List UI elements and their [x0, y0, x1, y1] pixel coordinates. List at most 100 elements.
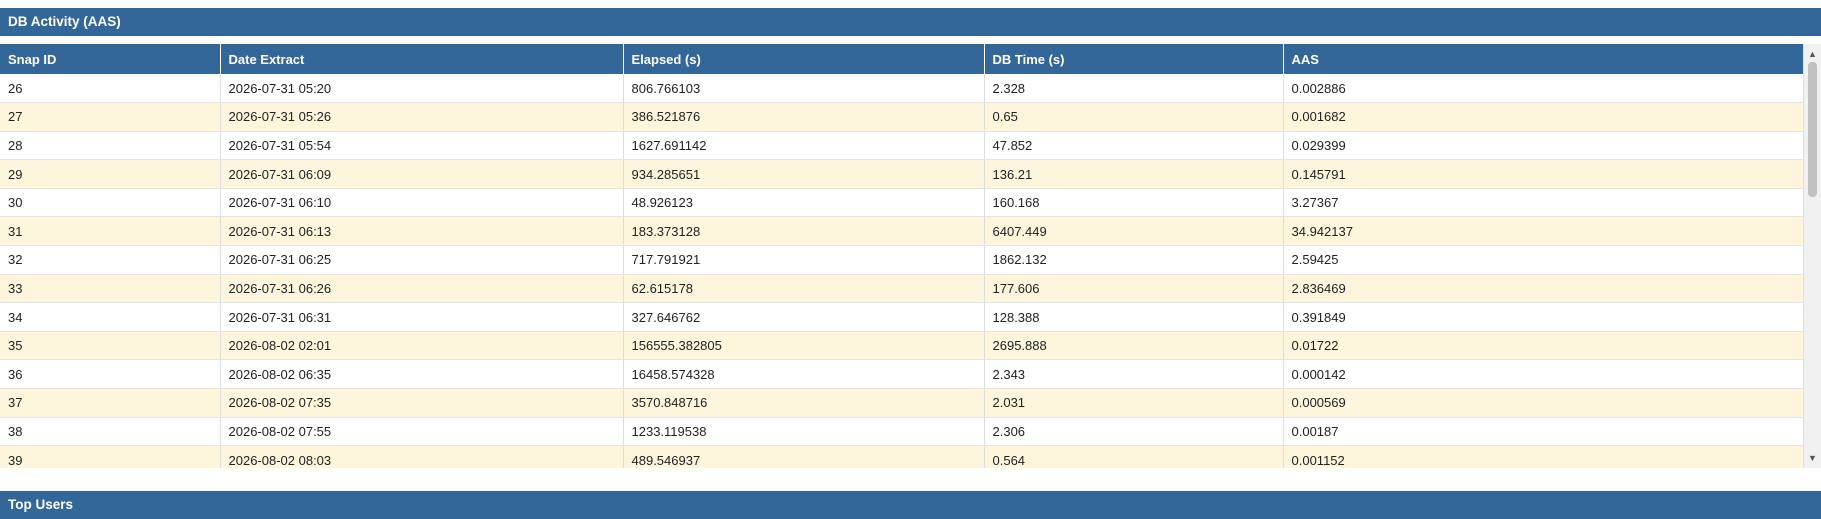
aas-cell: 0.002886: [1283, 74, 1803, 104]
date-extract-cell: 2026-08-02 02:01: [220, 331, 624, 361]
elapsed-cell: 934.285651: [623, 159, 985, 189]
db-time-cell: 0.65: [984, 102, 1284, 132]
aas-cell: 2.59425: [1283, 245, 1803, 275]
column-header-snap-id[interactable]: Snap ID: [0, 44, 221, 74]
date-extract-cell: 2026-08-02 07:55: [220, 417, 624, 447]
table-scrollbar[interactable]: ▲ ▼: [1803, 44, 1821, 468]
table-row[interactable]: 37 2026-08-02 07:35 3570.848716 2.031 0.0005…: [0, 388, 1803, 418]
db-activity-table-container[interactable]: Snap ID Date Extract Elapsed (s) DB Time…: [0, 44, 1821, 468]
top-users-title: Top Users: [8, 497, 74, 512]
table-header-row: Snap ID Date Extract Elapsed (s) DB Time…: [0, 44, 1803, 74]
table-row[interactable]: 35 2026-08-02 02:01 156555.382805 2695.888 0…: [0, 331, 1803, 361]
elapsed-cell: 327.646762: [623, 302, 985, 332]
table-row[interactable]: 30 2026-07-31 06:10 48.926123 160.168 3.2736…: [0, 188, 1803, 218]
aas-cell: 0.01722: [1283, 331, 1803, 361]
top-users-header: Top Users: [0, 491, 1821, 519]
db-activity-header: DB Activity (AAS): [0, 8, 1821, 36]
aas-cell: 0.00187: [1283, 417, 1803, 447]
aas-cell: 2.836469: [1283, 274, 1803, 304]
db-time-cell: 136.21: [984, 159, 1284, 189]
db-time-cell: 0.564: [984, 445, 1284, 468]
elapsed-cell: 1627.691142: [623, 131, 985, 161]
table-row[interactable]: 27 2026-07-31 05:26 386.521876 0.65 0.001682: [0, 102, 1803, 132]
snap-id-cell: 26: [0, 74, 221, 104]
date-extract-cell: 2026-07-31 06:26: [220, 274, 624, 304]
snap-id-cell: 29: [0, 159, 221, 189]
column-header-date-extract[interactable]: Date Extract: [220, 44, 624, 74]
snap-id-cell: 32: [0, 245, 221, 275]
db-time-cell: 47.852: [984, 131, 1284, 161]
table-row[interactable]: 28 2026-07-31 05:54 1627.691142 47.852 0.029…: [0, 131, 1803, 161]
date-extract-cell: 2026-07-31 05:20: [220, 74, 624, 104]
db-time-cell: 2.343: [984, 359, 1284, 390]
snap-id-cell: 38: [0, 417, 221, 447]
aas-cell: 34.942137: [1283, 216, 1803, 247]
db-time-cell: 6407.449: [984, 216, 1284, 247]
column-header-db-time[interactable]: DB Time (s): [984, 44, 1284, 74]
aas-cell: 0.000569: [1283, 388, 1803, 418]
table-row[interactable]: 26 2026-07-31 05:20 806.766103 2.328 0.00288…: [0, 74, 1803, 104]
snap-id-cell: 27: [0, 102, 221, 132]
db-time-cell: 1862.132: [984, 245, 1284, 275]
aas-cell: 0.000142: [1283, 359, 1803, 390]
date-extract-cell: 2026-07-31 06:10: [220, 188, 624, 218]
elapsed-cell: 806.766103: [623, 74, 985, 104]
aas-cell: 0.001682: [1283, 102, 1803, 132]
date-extract-cell: 2026-07-31 06:25: [220, 245, 624, 275]
table-row[interactable]: 34 2026-07-31 06:31 327.646762 128.388 0.391…: [0, 302, 1803, 332]
elapsed-cell: 156555.382805: [623, 331, 985, 361]
elapsed-cell: 16458.574328: [623, 359, 985, 390]
elapsed-cell: 1233.119538: [623, 417, 985, 447]
db-time-cell: 160.168: [984, 188, 1284, 218]
aas-cell: 3.27367: [1283, 188, 1803, 218]
date-extract-cell: 2026-07-31 06:09: [220, 159, 624, 189]
db-activity-table: Snap ID Date Extract Elapsed (s) DB Time…: [0, 44, 1803, 468]
db-time-cell: 2.031: [984, 388, 1284, 418]
table-row[interactable]: 39 2026-08-02 08:03 489.546937 0.564 0.00115…: [0, 445, 1803, 468]
column-header-aas[interactable]: AAS: [1283, 44, 1803, 74]
db-time-cell: 177.606: [984, 274, 1284, 304]
elapsed-cell: 489.546937: [623, 445, 985, 468]
scrollbar-thumb[interactable]: [1808, 62, 1817, 197]
db-time-cell: 128.388: [984, 302, 1284, 332]
snap-id-cell: 33: [0, 274, 221, 304]
snap-id-cell: 36: [0, 359, 221, 390]
date-extract-cell: 2026-07-31 05:26: [220, 102, 624, 132]
table-row[interactable]: 29 2026-07-31 06:09 934.285651 136.21 0.1457…: [0, 159, 1803, 189]
table-row[interactable]: 31 2026-07-31 06:13 183.373128 6407.449 34.9…: [0, 216, 1803, 247]
db-time-cell: 2.328: [984, 74, 1284, 104]
snap-id-cell: 28: [0, 131, 221, 161]
snap-id-cell: 31: [0, 216, 221, 247]
column-header-elapsed[interactable]: Elapsed (s): [623, 44, 985, 74]
db-activity-title: DB Activity (AAS): [8, 14, 121, 29]
snap-id-cell: 30: [0, 188, 221, 218]
snap-id-cell: 39: [0, 445, 221, 468]
db-time-cell: 2.306: [984, 417, 1284, 447]
elapsed-cell: 183.373128: [623, 216, 985, 247]
snap-id-cell: 35: [0, 331, 221, 361]
elapsed-cell: 62.615178: [623, 274, 985, 304]
db-time-cell: 2695.888: [984, 331, 1284, 361]
aas-cell: 0.145791: [1283, 159, 1803, 189]
table-row[interactable]: 38 2026-08-02 07:55 1233.119538 2.306 0.0018…: [0, 417, 1803, 447]
date-extract-cell: 2026-07-31 06:31: [220, 302, 624, 332]
date-extract-cell: 2026-08-02 07:35: [220, 388, 624, 418]
aas-cell: 0.001152: [1283, 445, 1803, 468]
snap-id-cell: 34: [0, 302, 221, 332]
date-extract-cell: 2026-08-02 06:35: [220, 359, 624, 390]
table-row[interactable]: 33 2026-07-31 06:26 62.615178 177.606 2.8364…: [0, 274, 1803, 304]
elapsed-cell: 717.791921: [623, 245, 985, 275]
aas-cell: 0.391849: [1283, 302, 1803, 332]
snap-id-cell: 37: [0, 388, 221, 418]
date-extract-cell: 2026-07-31 05:54: [220, 131, 624, 161]
date-extract-cell: 2026-07-31 06:13: [220, 216, 624, 247]
elapsed-cell: 3570.848716: [623, 388, 985, 418]
aas-cell: 0.029399: [1283, 131, 1803, 161]
elapsed-cell: 386.521876: [623, 102, 985, 132]
table-row[interactable]: 32 2026-07-31 06:25 717.791921 1862.132 2.59…: [0, 245, 1803, 275]
scroll-up-arrow-icon[interactable]: ▲: [1804, 46, 1821, 62]
date-extract-cell: 2026-08-02 08:03: [220, 445, 624, 468]
scroll-down-arrow-icon[interactable]: ▼: [1804, 450, 1821, 466]
table-row[interactable]: 36 2026-08-02 06:35 16458.574328 2.343 0.000…: [0, 359, 1803, 390]
elapsed-cell: 48.926123: [623, 188, 985, 218]
